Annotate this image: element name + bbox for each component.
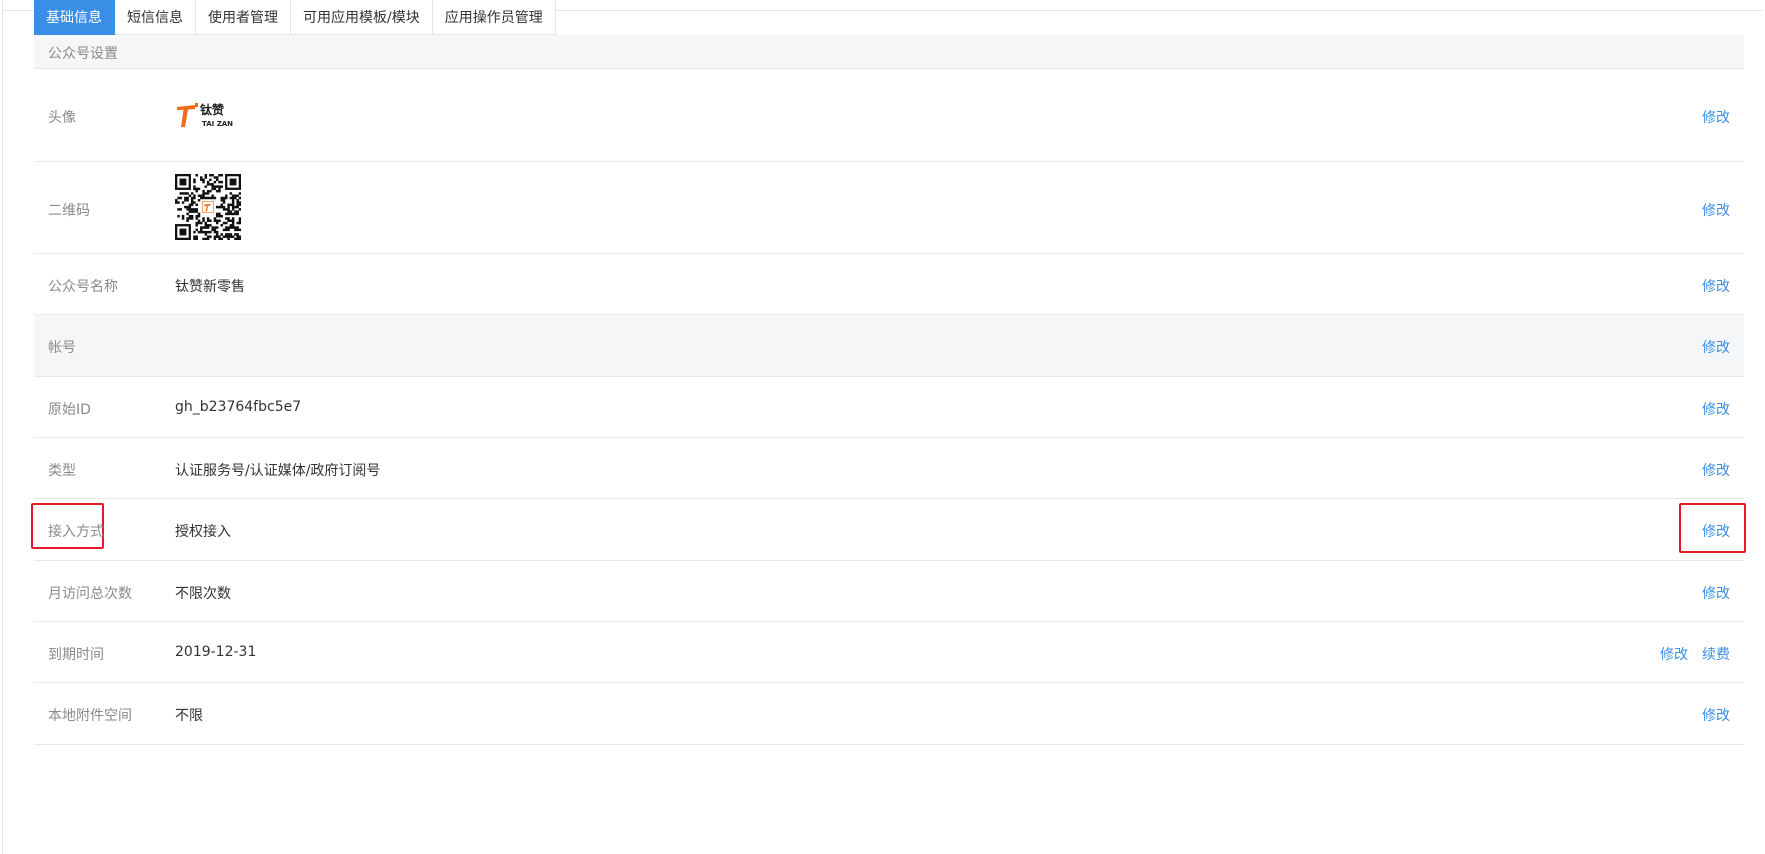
tab-bar: 基础信息 短信信息 使用者管理 可用应用模板/模块 应用操作员管理 xyxy=(34,0,556,35)
monthly-visits-value: 不限次数 xyxy=(175,586,231,602)
local-storage-label: 本地附件空间 xyxy=(48,708,132,724)
tab-available-templates[interactable]: 可用应用模板/模块 xyxy=(291,0,433,35)
row-avatar: 头像 钛赞 TAI ZAN 修改 xyxy=(34,69,1744,162)
type-value: 认证服务号/认证媒体/政府订阅号 xyxy=(175,463,381,479)
row-local-storage: 本地附件空间 不限 修改 xyxy=(34,683,1744,745)
type-label: 类型 xyxy=(48,463,76,479)
access-method-label: 接入方式 xyxy=(48,524,104,540)
tab-user-management[interactable]: 使用者管理 xyxy=(196,0,291,35)
renew-link[interactable]: 续费 xyxy=(1702,644,1730,664)
account-name-label: 公众号名称 xyxy=(48,279,118,295)
account-label: 帐号 xyxy=(48,340,76,356)
edit-access-method-link[interactable]: 修改 xyxy=(1702,521,1730,541)
row-original-id: 原始ID gh_b23764fbc5e7 修改 xyxy=(34,377,1744,438)
avatar-logo: 钛赞 TAI ZAN xyxy=(177,102,233,128)
row-expire-time: 到期时间 2019-12-31 修改 续费 xyxy=(34,622,1744,683)
edit-expire-time-link[interactable]: 修改 xyxy=(1660,644,1688,664)
tab-basic-info[interactable]: 基础信息 xyxy=(34,0,115,35)
row-account-name: 公众号名称 钛赞新零售 修改 xyxy=(34,254,1744,315)
logo-text: 钛赞 xyxy=(200,102,224,117)
edit-account-name-link[interactable]: 修改 xyxy=(1702,276,1730,296)
edit-avatar-link[interactable]: 修改 xyxy=(1702,107,1730,127)
expire-time-value: 2019-12-31 xyxy=(175,644,257,660)
edit-account-link[interactable]: 修改 xyxy=(1702,337,1730,357)
row-account: 帐号 修改 xyxy=(34,315,1744,377)
account-name-value: 钛赞新零售 xyxy=(175,279,245,295)
original-id-value: gh_b23764fbc5e7 xyxy=(175,399,302,415)
edit-original-id-link[interactable]: 修改 xyxy=(1702,399,1730,419)
row-type: 类型 认证服务号/认证媒体/政府订阅号 修改 xyxy=(34,438,1744,499)
qrcode-image xyxy=(175,174,241,240)
edit-type-link[interactable]: 修改 xyxy=(1702,460,1730,480)
logo-subtext: TAI ZAN xyxy=(202,120,233,128)
access-method-value: 授权接入 xyxy=(175,524,231,540)
avatar-label: 头像 xyxy=(48,110,76,126)
expire-time-label: 到期时间 xyxy=(48,647,104,663)
tab-sms-info[interactable]: 短信信息 xyxy=(115,0,196,35)
tab-operator-management[interactable]: 应用操作员管理 xyxy=(432,0,556,35)
edit-monthly-visits-link[interactable]: 修改 xyxy=(1702,583,1730,603)
qrcode-label: 二维码 xyxy=(48,203,90,219)
section-header: 公众号设置 xyxy=(34,35,1744,69)
section-title: 公众号设置 xyxy=(48,46,118,62)
row-monthly-visits: 月访问总次数 不限次数 修改 xyxy=(34,561,1744,622)
monthly-visits-label: 月访问总次数 xyxy=(48,586,132,602)
row-qrcode: 二维码 修改 xyxy=(34,162,1744,254)
edit-local-storage-link[interactable]: 修改 xyxy=(1702,705,1730,725)
settings-panel: 公众号设置 头像 钛赞 TAI ZAN 修改 二维码 修改 公众号名称 钛赞新零… xyxy=(31,35,1746,745)
local-storage-value: 不限 xyxy=(175,708,203,724)
edit-qrcode-link[interactable]: 修改 xyxy=(1702,200,1730,220)
row-access-method: 接入方式 授权接入 修改 xyxy=(31,499,1746,561)
original-id-label: 原始ID xyxy=(48,402,91,418)
content-frame: 基础信息 短信信息 使用者管理 可用应用模板/模块 应用操作员管理 公众号设置 … xyxy=(2,0,1763,854)
